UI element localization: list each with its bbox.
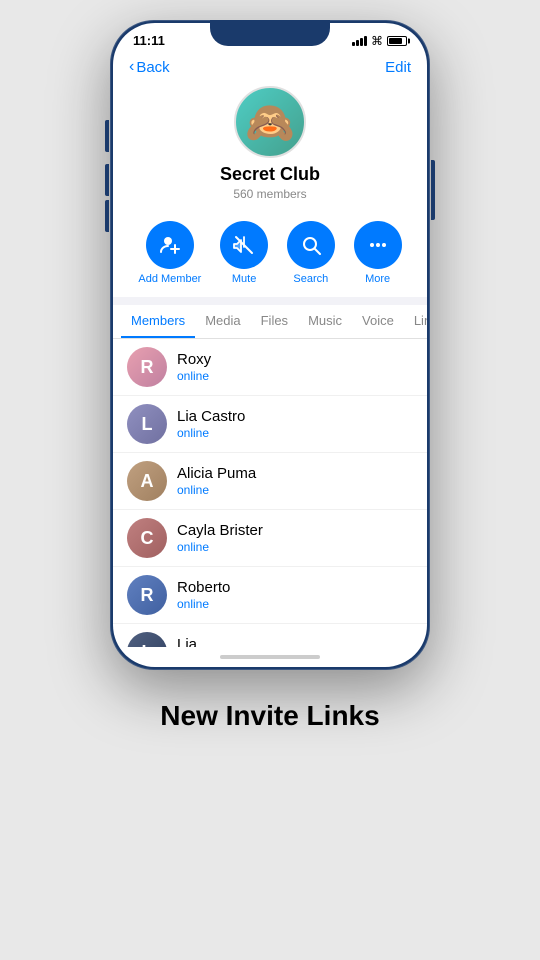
group-name: Secret Club (220, 164, 320, 185)
member-status: online (177, 426, 245, 440)
member-avatar: R (127, 347, 167, 387)
tab-music[interactable]: Music (298, 305, 352, 338)
list-item[interactable]: L Lia Castro online (113, 396, 427, 453)
home-bar (220, 655, 320, 659)
member-avatar: A (127, 461, 167, 501)
list-item[interactable]: L Lia online (113, 624, 427, 647)
section-divider (113, 297, 427, 305)
status-time: 11:11 (133, 33, 165, 48)
member-status: online (177, 540, 263, 554)
member-status: online (177, 597, 230, 611)
members-list: R Roxy online L Lia Castro online A Alic… (113, 339, 427, 647)
notch (210, 20, 330, 46)
home-indicator (113, 647, 427, 667)
search-icon-circle (287, 221, 335, 269)
list-item[interactable]: C Cayla Brister online (113, 510, 427, 567)
nav-bar: ‹ Back Edit (113, 52, 427, 80)
member-info: Roxy online (177, 351, 211, 383)
wifi-icon: ⌘ (371, 34, 383, 48)
page-wrapper: 11:11 ⌘ ‹ Ba (0, 0, 540, 960)
member-info: Lia Castro online (177, 408, 245, 440)
add-member-label: Add Member (138, 273, 201, 285)
search-label: Search (293, 273, 328, 285)
member-name: Lia (177, 636, 209, 647)
back-button[interactable]: ‹ Back (129, 58, 170, 76)
status-icons: ⌘ (352, 34, 407, 48)
tab-voice[interactable]: Voice (352, 305, 404, 338)
more-label: More (365, 273, 390, 285)
member-avatar: C (127, 518, 167, 558)
tab-files[interactable]: Files (251, 305, 298, 338)
edit-button[interactable]: Edit (385, 59, 411, 76)
chevron-left-icon: ‹ (129, 58, 134, 76)
group-members-count: 560 members (233, 187, 306, 201)
member-name: Alicia Puma (177, 465, 256, 482)
list-item[interactable]: R Roberto online (113, 567, 427, 624)
battery-icon (387, 36, 407, 46)
mute-label: Mute (232, 273, 256, 285)
more-button[interactable]: More (354, 221, 402, 285)
action-buttons: Add Member Mute (113, 213, 427, 297)
more-icon (367, 234, 389, 256)
member-info: Roberto online (177, 579, 230, 611)
member-name: Roberto (177, 579, 230, 596)
list-item[interactable]: R Roxy online (113, 339, 427, 396)
tabs-bar: Members Media Files Music Voice Lin… (113, 305, 427, 339)
phone-screen: 11:11 ⌘ ‹ Ba (113, 23, 427, 667)
member-avatar: R (127, 575, 167, 615)
search-button[interactable]: Search (287, 221, 335, 285)
member-status: online (177, 369, 211, 383)
member-name: Cayla Brister (177, 522, 263, 539)
tab-media[interactable]: Media (195, 305, 250, 338)
member-info: Lia online (177, 636, 209, 647)
member-avatar: L (127, 632, 167, 647)
add-member-icon-circle (146, 221, 194, 269)
phone-shell: 11:11 ⌘ ‹ Ba (110, 20, 430, 670)
signal-icon (352, 36, 367, 46)
group-profile: 🙈 Secret Club 560 members (113, 80, 427, 213)
list-item[interactable]: A Alicia Puma online (113, 453, 427, 510)
back-label: Back (136, 59, 169, 76)
add-member-icon (159, 234, 181, 256)
member-avatar: L (127, 404, 167, 444)
search-icon (300, 234, 322, 256)
tab-links[interactable]: Lin… (404, 305, 427, 338)
member-status: online (177, 483, 256, 497)
mute-icon-circle (220, 221, 268, 269)
member-info: Cayla Brister online (177, 522, 263, 554)
group-avatar-emoji: 🙈 (245, 99, 295, 146)
add-member-button[interactable]: Add Member (138, 221, 201, 285)
member-name: Lia Castro (177, 408, 245, 425)
mute-button[interactable]: Mute (220, 221, 268, 285)
mute-icon (233, 234, 255, 256)
group-avatar: 🙈 (234, 86, 306, 158)
member-name: Roxy (177, 351, 211, 368)
tab-members[interactable]: Members (121, 305, 195, 338)
member-info: Alicia Puma online (177, 465, 256, 497)
more-icon-circle (354, 221, 402, 269)
page-title: New Invite Links (160, 700, 379, 732)
